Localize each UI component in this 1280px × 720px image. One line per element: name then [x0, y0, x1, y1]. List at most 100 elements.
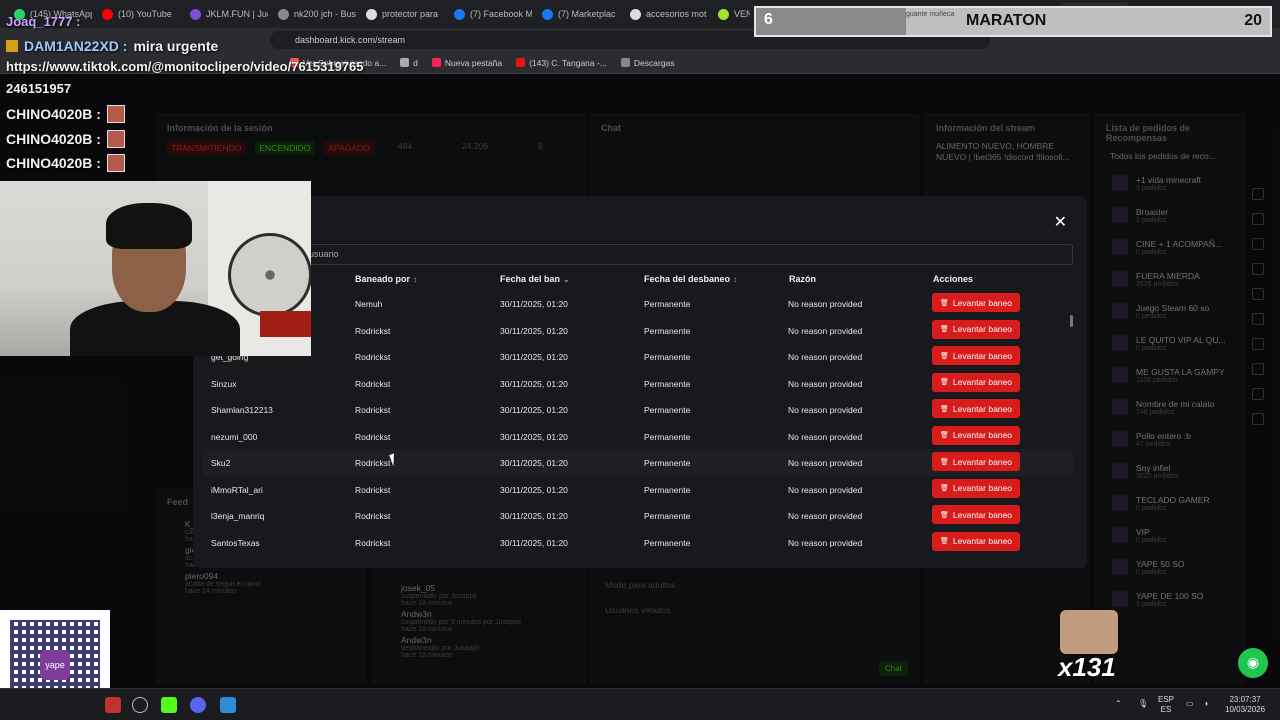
browser-tab[interactable]: (10) YouTube: [94, 3, 180, 25]
app-icon[interactable]: [105, 697, 121, 713]
network-icon[interactable]: ▭: [1186, 699, 1194, 709]
tab-label: (7) Marketplac: [558, 9, 616, 19]
unban-button[interactable]: 🗑 Levantar baneo: [932, 346, 1020, 365]
marathon-overlay: 6 guante muñeca MARATON 20: [754, 6, 1272, 37]
browser-tab[interactable]: protector para: [358, 3, 444, 25]
unban-button[interactable]: 🗑 Levantar baneo: [932, 505, 1020, 524]
tab-favicon-icon: [542, 8, 553, 20]
browser-tab[interactable]: (7) Facebook M: [446, 3, 532, 25]
trash-icon: 🗑: [940, 485, 949, 492]
unban-button[interactable]: 🗑 Levantar baneo: [932, 399, 1020, 418]
cell-reason: No reason provided: [788, 484, 863, 495]
streamer-hair: [106, 203, 192, 249]
cell-unban: Permanente: [644, 458, 691, 468]
browser-tab[interactable]: (7) Marketplac: [534, 3, 620, 25]
cell-unban: Permanente: [644, 431, 691, 442]
trash-icon: 🗑: [940, 458, 949, 466]
unban-label: Levantar baneo: [952, 350, 1012, 361]
bookmark[interactable]: (143) C. Tangana -...: [516, 58, 607, 68]
discord-icon[interactable]: [190, 697, 206, 713]
badge-icon: [6, 40, 18, 52]
unban-button[interactable]: 🗑 Levantar baneo: [932, 452, 1020, 471]
yape-logo: yape: [40, 650, 70, 680]
browser-icon[interactable]: [132, 697, 148, 713]
browser-tab[interactable]: VENOM: [710, 3, 750, 25]
cell-user: Sinzux: [211, 378, 237, 389]
trash-icon: 🗑: [940, 511, 949, 519]
cell-unban: Permanente: [644, 378, 691, 389]
trash-icon: 🗑: [940, 432, 949, 439]
bookmark-label: Descargas: [633, 57, 675, 68]
bookmark[interactable]: d: [400, 58, 418, 68]
clock[interactable]: 23:07:37 10/03/2026: [1225, 695, 1265, 715]
volume-icon[interactable]: ◖: [1204, 699, 1209, 709]
unban-button[interactable]: 🗑 Levantar baneo: [932, 531, 1020, 551]
browser-tab[interactable]: JKLM.FUN | Jue: [182, 3, 268, 25]
emote-counter: x131: [1058, 652, 1116, 682]
bookmark[interactable]: Nueva pestaña: [431, 58, 502, 68]
chat-username: Joaq_1777 :: [6, 14, 81, 29]
column-ban-date[interactable]: Fecha del ban ⌄: [500, 274, 570, 284]
trash-icon: 🗑: [940, 299, 949, 307]
cell-date: 30/11/2025, 01:20: [500, 458, 568, 468]
screen: (145) WhatsApp (10) YouTube JKLM.FUN | Jue…: [0, 0, 1280, 720]
support-icon[interactable]: ◉: [1238, 648, 1268, 678]
chat-username: CHINO4020B :: [6, 155, 101, 171]
unban-label: Levantar baneo: [952, 483, 1012, 493]
cell-user: Sku2: [211, 458, 231, 468]
cell-user: l3enja_manriq: [211, 511, 265, 521]
trash-icon: 🗑: [940, 538, 949, 545]
cell-reason: No reason provided: [788, 458, 863, 468]
unban-button[interactable]: 🗑 Levantar baneo: [932, 425, 1020, 445]
cell-unban: Permanente: [644, 484, 691, 495]
unban-label: Levantar baneo: [952, 297, 1012, 308]
column-banned-by[interactable]: Baneado por ↕: [355, 274, 417, 284]
search-input[interactable]: usuario: [193, 244, 1073, 265]
table-row: Shamlan312213 Rodrickst 30/11/2025, 01:20 P…: [203, 396, 1073, 423]
cell-reason: No reason provided: [788, 378, 863, 389]
unban-button[interactable]: 🗑 Levantar baneo: [932, 478, 1020, 498]
tray-chevron-icon[interactable]: ⌃: [1115, 699, 1122, 709]
trash-icon: 🗑: [940, 405, 949, 413]
bookmark[interactable]: Descargas: [620, 57, 675, 68]
tab-label: (10) YouTube: [118, 9, 172, 19]
cell-unban: Permanente: [644, 325, 691, 336]
cell-user: Shamlan312213: [211, 405, 273, 415]
cell-banned-by: Rodrickst: [355, 405, 391, 415]
overlay-chat-line: CHINO4020B :: [6, 105, 125, 123]
banned-users-modal: ✕ usuario Baneado por ↕ Fecha del ban ⌄ Fe…: [193, 196, 1087, 568]
unban-label: Levantar baneo: [952, 324, 1012, 334]
column-unban-date[interactable]: Fecha del desbaneo ↕: [644, 274, 737, 284]
browser-tab[interactable]: nk200 jch - Bus: [270, 3, 356, 25]
emote-icon: [106, 154, 125, 172]
cell-banned-by: Rodrickst: [355, 484, 391, 495]
microphone-icon[interactable]: 🎙: [1138, 699, 1148, 709]
cell-user: nezumi_000: [211, 431, 258, 442]
language-indicator[interactable]: ESP ES: [1158, 695, 1174, 715]
cell-banned-by: Rodrickst: [355, 378, 391, 389]
close-icon[interactable]: ✕: [1054, 212, 1067, 232]
browser-tab[interactable]: accesorios mot: [622, 3, 708, 25]
overlay-chat-line: https://www.tiktok.com/@monitoclipero/vi…: [6, 59, 364, 74]
unban-button[interactable]: 🗑 Levantar baneo: [932, 319, 1020, 339]
unban-button[interactable]: 🗑 Levantar baneo: [932, 372, 1020, 392]
tab-favicon-icon: [718, 8, 729, 20]
cell-reason: No reason provided: [788, 431, 863, 442]
emote-image: [1060, 610, 1118, 654]
cell-date: 30/11/2025, 01:20: [500, 405, 568, 415]
column-reason: Razón: [789, 274, 816, 284]
cell-unban: Permanente: [644, 405, 691, 415]
table-row: Rodrickst 30/11/2025, 01:20 Permanente No r…: [203, 317, 1073, 344]
marathon-title: MARATON: [966, 12, 1047, 29]
cell-unban: Permanente: [644, 537, 691, 548]
tab-label: VENOM: [734, 9, 750, 19]
kick-app-icon[interactable]: [161, 697, 177, 713]
app-icon[interactable]: [220, 697, 236, 713]
bookmark-label: d: [413, 57, 418, 68]
table-scrollbar[interactable]: [1070, 315, 1073, 327]
tab-label: JKLM.FUN | Jue: [206, 9, 268, 19]
tab-label: accesorios mot: [646, 9, 707, 19]
unban-button[interactable]: 🗑 Levantar baneo: [932, 293, 1020, 312]
cell-date: 30/11/2025, 01:20: [500, 431, 568, 442]
overlay-chat-line: Joaq_1777 :: [6, 14, 80, 29]
